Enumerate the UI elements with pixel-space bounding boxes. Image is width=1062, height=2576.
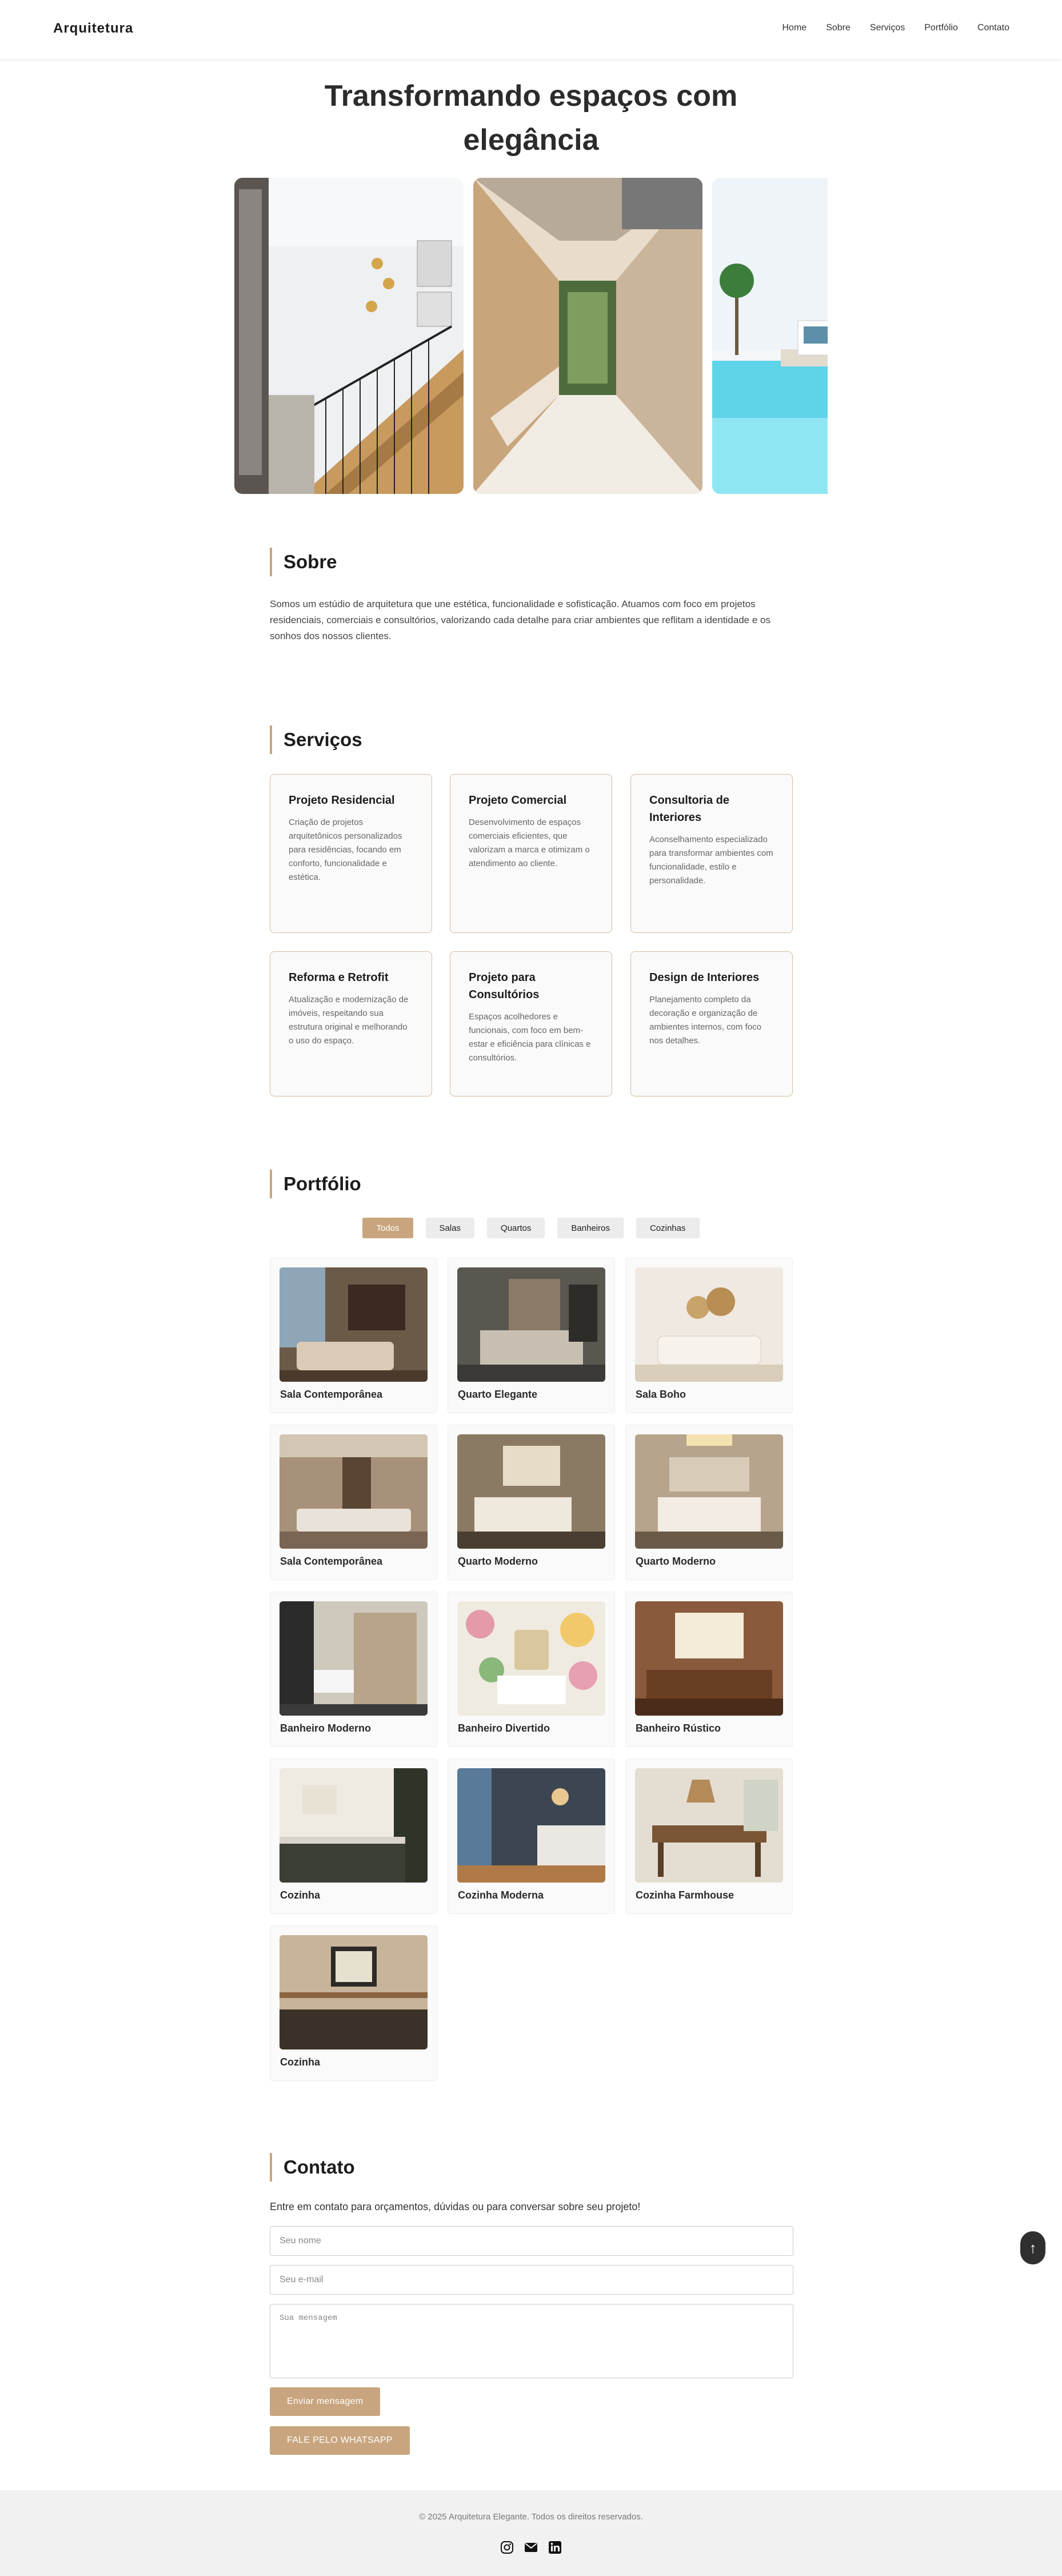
service-text: Criação de projetos arquitetônicos perso… xyxy=(289,818,402,882)
site-logo[interactable]: Arquitetura xyxy=(53,21,133,37)
submit-button[interactable]: Enviar mensagem xyxy=(270,2387,381,2416)
portfolio-card[interactable]: Cozinha Farmhouse xyxy=(625,1758,793,1914)
portfolio-caption: Cozinha Moderna xyxy=(458,1889,544,1901)
portfolio-image xyxy=(457,1768,605,1883)
portfolio-card[interactable]: Sala Boho xyxy=(625,1258,793,1413)
main-nav: Home Sobre Serviços Portfólio Contato xyxy=(782,23,1010,33)
copyright-text: © 2025 Arquitetura Elegante. Todos os di… xyxy=(419,2512,643,2522)
portfolio-card[interactable]: Quarto Moderno xyxy=(625,1425,793,1580)
service-card: Projeto Comercial Desenvolvimento de esp… xyxy=(450,774,612,933)
portfolio-card[interactable]: Quarto Moderno xyxy=(448,1425,615,1580)
filter-cozinhas[interactable]: Cozinhas xyxy=(636,1218,700,1238)
service-text: Desenvolvimento de espaços comerciais ef… xyxy=(469,818,590,868)
service-title: Design de Interiores xyxy=(649,971,760,984)
social-links xyxy=(0,2541,1062,2554)
portfolio-caption: Quarto Moderno xyxy=(458,1556,538,1567)
service-title: Consultoria de Interiores xyxy=(649,794,730,824)
contact-intro: Entre em contato para orçamentos, dúvida… xyxy=(270,2201,641,2212)
portfolio-card[interactable]: Banheiro Rústico xyxy=(625,1592,793,1747)
portfolio-image xyxy=(280,1601,428,1716)
portfolio-caption: Banheiro Rústico xyxy=(636,1722,721,1734)
portfolio-caption: Quarto Moderno xyxy=(636,1556,716,1567)
linkedin-icon[interactable] xyxy=(548,2541,562,2554)
scroll-to-top-button[interactable]: ↑ xyxy=(1020,2231,1045,2264)
portfolio-caption: Sala Contemporânea xyxy=(280,1389,383,1400)
portfolio-image xyxy=(635,1434,783,1549)
service-card: Consultoria de Interiores Aconselhamento… xyxy=(630,774,793,933)
nav-servicos[interactable]: Serviços xyxy=(870,23,905,33)
portfolio-card[interactable]: Sala Contemporânea xyxy=(270,1258,437,1413)
portfolio-image xyxy=(635,1601,783,1716)
email-icon[interactable] xyxy=(524,2541,538,2554)
portfolio-image xyxy=(635,1267,783,1382)
service-card: Projeto para Consultórios Espaços acolhe… xyxy=(450,951,612,1096)
service-text: Planejamento completo da decoração e org… xyxy=(649,995,761,1046)
service-title: Reforma e Retrofit xyxy=(289,971,389,984)
service-card: Design de Interiores Planejamento comple… xyxy=(630,951,793,1096)
message-field[interactable] xyxy=(270,2304,793,2378)
name-field[interactable] xyxy=(270,2226,793,2256)
portfolio-caption: Banheiro Divertido xyxy=(458,1722,550,1734)
nav-home[interactable]: Home xyxy=(782,23,807,33)
portfolio-caption: Quarto Elegante xyxy=(458,1389,538,1400)
email-field[interactable] xyxy=(270,2265,793,2295)
service-title: Projeto Residencial xyxy=(289,794,395,807)
nav-contato[interactable]: Contato xyxy=(977,23,1009,33)
portfolio-image xyxy=(280,1768,428,1883)
nav-sobre[interactable]: Sobre xyxy=(826,23,851,33)
portfolio-card[interactable]: Banheiro Moderno xyxy=(270,1592,437,1747)
portfolio-card[interactable]: Cozinha xyxy=(270,1925,437,2081)
portfolio-caption: Banheiro Moderno xyxy=(280,1722,372,1734)
service-title: Projeto Comercial xyxy=(469,794,567,807)
filter-banheiros[interactable]: Banheiros xyxy=(557,1218,624,1238)
portfolio-card[interactable]: Cozinha Moderna xyxy=(448,1758,615,1914)
filter-salas[interactable]: Salas xyxy=(425,1218,475,1238)
portfolio-card[interactable]: Cozinha xyxy=(270,1758,437,1914)
portfolio-image xyxy=(457,1434,605,1549)
whatsapp-button[interactable]: FALE PELO WHATSAPP xyxy=(270,2426,410,2455)
hero-title: Transformando espaços com elegância xyxy=(324,79,738,157)
section-title-sobre: Sobre xyxy=(270,548,337,576)
carousel-slide-pool xyxy=(712,178,828,494)
service-text: Atualização e modernização de imóveis, r… xyxy=(289,995,409,1046)
section-title-portfolio: Portfólio xyxy=(270,1170,361,1198)
portfolio-image xyxy=(280,1935,428,2049)
portfolio-image xyxy=(457,1601,605,1716)
portfolio-caption: Sala Contemporânea xyxy=(280,1556,383,1567)
nav-portfolio[interactable]: Portfólio xyxy=(924,23,958,33)
portfolio-image xyxy=(457,1267,605,1382)
service-title: Projeto para Consultórios xyxy=(469,971,540,1001)
section-title-contato: Contato xyxy=(270,2153,355,2182)
instagram-icon[interactable] xyxy=(500,2541,514,2554)
portfolio-image xyxy=(280,1267,428,1382)
carousel-slide-staircase xyxy=(234,178,464,494)
service-text: Espaços acolhedores e funcionais, com fo… xyxy=(469,1012,591,1063)
site-header: Arquitetura Home Sobre Serviços Portfóli… xyxy=(0,0,1062,59)
portfolio-caption: Sala Boho xyxy=(636,1389,686,1400)
portfolio-caption: Cozinha Farmhouse xyxy=(636,1889,734,1901)
service-card: Reforma e Retrofit Atualização e moderni… xyxy=(270,951,432,1096)
service-card: Projeto Residencial Criação de projetos … xyxy=(270,774,432,933)
hero-carousel[interactable] xyxy=(234,178,828,494)
portfolio-image xyxy=(635,1768,783,1883)
carousel-slide-kitchen xyxy=(473,178,702,494)
site-footer: © 2025 Arquitetura Elegante. Todos os di… xyxy=(0,2490,1062,2576)
portfolio-card[interactable]: Banheiro Divertido xyxy=(448,1592,615,1747)
filter-quartos[interactable]: Quartos xyxy=(487,1218,545,1238)
portfolio-filters: Todos Salas Quartos Banheiros Cozinhas xyxy=(0,1218,1062,1238)
section-title-servicos: Serviços xyxy=(270,725,362,754)
filter-todos[interactable]: Todos xyxy=(362,1218,413,1238)
portfolio-image xyxy=(280,1434,428,1549)
portfolio-card[interactable]: Quarto Elegante xyxy=(448,1258,615,1413)
service-text: Aconselhamento especializado para transf… xyxy=(649,835,773,886)
portfolio-caption: Cozinha xyxy=(280,1889,320,1901)
about-text: Somos um estúdio de arquitetura que une … xyxy=(270,599,770,641)
portfolio-caption: Cozinha xyxy=(280,2056,320,2068)
portfolio-card[interactable]: Sala Contemporânea xyxy=(270,1425,437,1580)
